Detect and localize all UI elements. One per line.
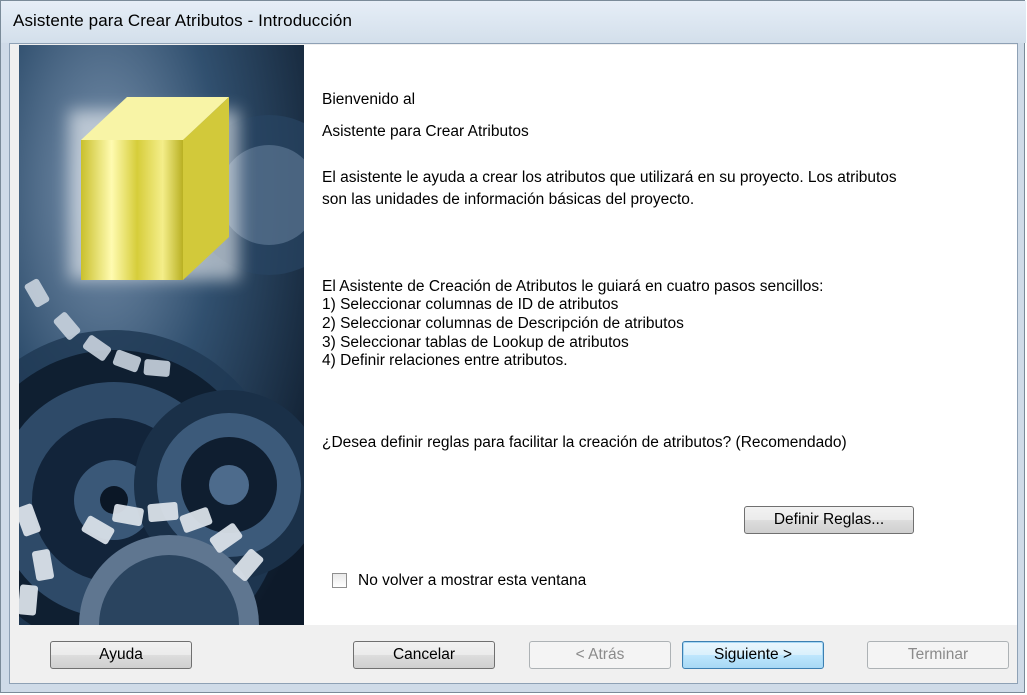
- next-button[interactable]: Siguiente >: [682, 641, 824, 669]
- back-button[interactable]: < Atrás: [529, 641, 671, 669]
- wizard-content-panel: Bienvenido al Asistente para Crear Atrib…: [304, 45, 1017, 625]
- welcome-text: Bienvenido al: [322, 91, 416, 108]
- dont-show-again-checkbox[interactable]: [332, 573, 347, 588]
- help-button[interactable]: Ayuda: [50, 641, 192, 669]
- rules-question-text: ¿Desea definir reglas para facilitar la …: [322, 434, 847, 451]
- define-rules-button[interactable]: Definir Reglas...: [744, 506, 914, 534]
- steps-intro-text: El Asistente de Creación de Atributos le…: [322, 278, 824, 295]
- window-title: Asistente para Crear Atributos - Introdu…: [13, 11, 352, 30]
- step-3-text: 3) Seleccionar tablas de Lookup de atrib…: [322, 334, 629, 351]
- wizard-client-area: Bienvenido al Asistente para Crear Atrib…: [9, 43, 1018, 684]
- step-2-text: 2) Seleccionar columnas de Descripción d…: [322, 315, 684, 332]
- intro-text-line2: son las unidades de información básicas …: [322, 191, 695, 208]
- gears-cube-illustration-icon: [19, 45, 304, 625]
- step-1-text: 1) Seleccionar columnas de ID de atribut…: [322, 296, 619, 313]
- step-4-text: 4) Definir relaciones entre atributos.: [322, 352, 568, 369]
- finish-button[interactable]: Terminar: [867, 641, 1009, 669]
- wizard-name-text: Asistente para Crear Atributos: [322, 123, 529, 140]
- dont-show-again-label[interactable]: No volver a mostrar esta ventana: [358, 572, 586, 590]
- wizard-banner-image: [19, 45, 304, 625]
- intro-text-line1: El asistente le ayuda a crear los atribu…: [322, 169, 897, 186]
- wizard-window: Asistente para Crear Atributos - Introdu…: [0, 0, 1026, 693]
- cancel-button[interactable]: Cancelar: [353, 641, 495, 669]
- title-bar[interactable]: Asistente para Crear Atributos - Introdu…: [1, 1, 1026, 43]
